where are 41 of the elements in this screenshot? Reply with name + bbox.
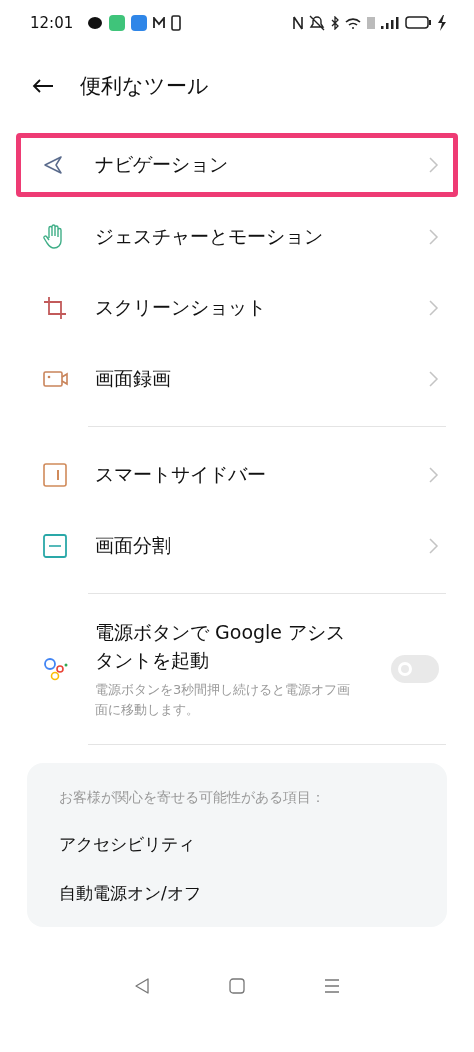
- settings-item[interactable]: ナビゲーション: [16, 133, 458, 197]
- suggestions-heading: お客様が関心を寄せる可能性がある項目：: [59, 789, 326, 808]
- chat-icon: [87, 15, 104, 30]
- settings-item[interactable]: 画面分割: [16, 510, 458, 581]
- settings-item[interactable]: 画面録画: [16, 343, 458, 414]
- video-camera-icon: [43, 369, 69, 388]
- page-title: 便利なツール: [80, 72, 209, 100]
- chevron-icon: [429, 537, 439, 554]
- status-time: 12:01: [30, 13, 74, 32]
- app-icon: [131, 14, 148, 31]
- setting-title: 電源ボタンで Google アシスタントを起動: [95, 620, 347, 673]
- menu-nav-icon[interactable]: [323, 977, 340, 994]
- assistant-icon: [43, 657, 69, 682]
- chevron-icon: [429, 466, 439, 483]
- charging-icon: [437, 14, 446, 31]
- bluetooth-icon: [331, 15, 339, 30]
- navigation-icon: [43, 155, 63, 175]
- mail-icon: [153, 16, 166, 29]
- settings-item[interactable]: スクリーンショット: [16, 272, 458, 343]
- wifi-icon: [345, 16, 361, 29]
- nfc-icon: [293, 15, 303, 30]
- settings-item[interactable]: スマートサイドバー: [16, 439, 458, 510]
- settings-item[interactable]: ジェスチャーとモーション: [16, 201, 458, 272]
- chevron-icon: [429, 228, 439, 245]
- phone-icon: [171, 14, 182, 31]
- chevron-icon: [429, 370, 439, 387]
- app-icon: [109, 14, 126, 31]
- split-screen-icon: [43, 533, 67, 558]
- hand-icon: [43, 223, 65, 250]
- setting-description: 電源ボタンを3秒間押し続けると電源オフ画面に移動します。: [95, 681, 352, 719]
- back-nav-icon[interactable]: [134, 977, 151, 994]
- crop-icon: [43, 295, 67, 320]
- chevron-icon: [429, 299, 439, 316]
- muted-bell-icon: [309, 14, 325, 31]
- suggestion-link[interactable]: 自動電源オン/オフ: [59, 882, 415, 906]
- signal-icon: [381, 16, 399, 29]
- chevron-icon: [429, 157, 439, 173]
- sidebar-icon: [43, 462, 67, 487]
- home-nav-icon[interactable]: [229, 977, 245, 994]
- battery-icon: [405, 16, 431, 29]
- suggestion-link[interactable]: アクセシビリティ: [59, 833, 415, 857]
